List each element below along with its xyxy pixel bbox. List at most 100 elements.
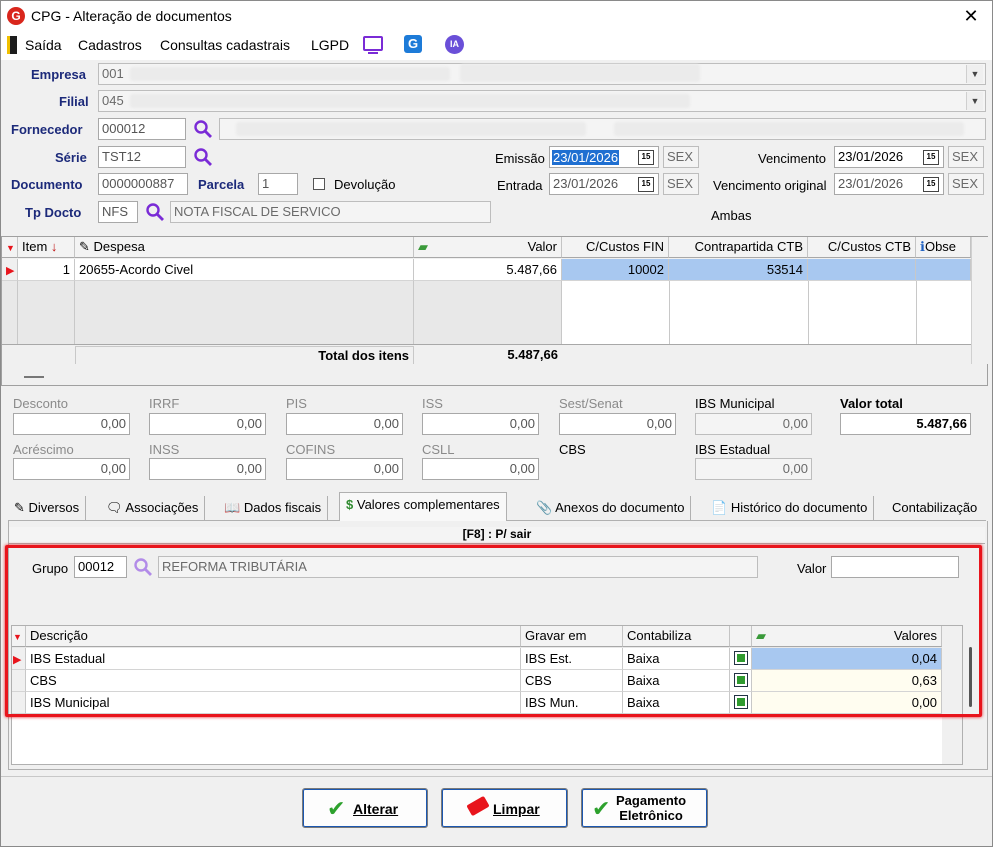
venc-orig-label: Vencimento original [713, 178, 827, 193]
tab-dados-fiscais[interactable]: 📖 Dados fiscais [218, 496, 329, 520]
filial-dropdown-icon[interactable]: ▼ [966, 92, 983, 110]
tpdocto-field[interactable]: NFS [98, 201, 138, 223]
empty-area-2 [75, 281, 414, 344]
items-scrollbar[interactable] [971, 237, 988, 364]
empresa-dropdown-icon[interactable]: ▼ [966, 65, 983, 83]
col-valor[interactable]: ▰ Valor [414, 237, 562, 258]
tab-diversos[interactable]: ✎ Diversos [8, 496, 87, 520]
vencimento-day: SEX [948, 146, 984, 168]
desconto-label: Desconto [13, 396, 68, 411]
iss-field[interactable]: 0,00 [422, 413, 539, 435]
ibs-est-field: 0,00 [695, 458, 812, 480]
cell-contrapartida[interactable]: 53514 [669, 259, 808, 281]
row-indicator: ▶ [2, 259, 18, 281]
cell-item[interactable]: 1 [18, 259, 75, 281]
irrf-field[interactable]: 0,00 [149, 413, 266, 435]
g-logo-icon[interactable]: G [404, 35, 422, 53]
document-icon: 📄 [711, 500, 728, 515]
cofins-field[interactable]: 0,00 [286, 458, 403, 480]
exit-icon [7, 36, 17, 54]
empresa-redacted [130, 67, 450, 81]
highlight-box [5, 545, 982, 717]
acrescimo-label: Acréscimo [13, 442, 74, 457]
empty-area-1 [18, 281, 75, 344]
pis-field[interactable]: 0,00 [286, 413, 403, 435]
fornecedor-redacted [236, 122, 586, 136]
cell-despesa[interactable]: 20655-Acordo Civel [75, 259, 414, 281]
fornecedor-search-icon[interactable] [193, 119, 213, 139]
serie-search-icon[interactable] [193, 147, 213, 167]
col-item[interactable]: Item ↓ [18, 237, 75, 258]
desconto-field[interactable]: 0,00 [13, 413, 130, 435]
vencimento-calendar-icon[interactable]: 15 [923, 150, 939, 165]
entrada-label: Entrada [497, 178, 543, 193]
ibs-est-label: IBS Estadual [695, 442, 771, 457]
menu-saida[interactable]: Saída [25, 37, 62, 53]
close-icon[interactable]: ✕ [958, 3, 984, 29]
tab-historico[interactable]: 📄 Histórico do documento [705, 496, 875, 520]
documento-field[interactable]: 0000000887 [98, 173, 188, 195]
fornecedor-field[interactable]: 000012 [98, 118, 186, 140]
app-logo-icon: G [7, 7, 25, 25]
emissao-calendar-icon[interactable]: 15 [638, 150, 654, 165]
col-contrapartida[interactable]: Contrapartida CTB [669, 237, 808, 258]
csll-label: CSLL [422, 442, 455, 457]
cell-valor[interactable]: 5.487,66 [414, 259, 562, 281]
cell-ccctb[interactable] [808, 259, 916, 281]
pagamento-button[interactable]: ✔ Pagamento Eletrônico [581, 788, 708, 828]
edit-icon: ✎ [79, 239, 90, 254]
irrf-label: IRRF [149, 396, 180, 411]
sort-icon: ↓ [50, 239, 58, 254]
inss-field[interactable]: 0,00 [149, 458, 266, 480]
sest-field[interactable]: 0,00 [559, 413, 676, 435]
splitter-handle[interactable] [24, 376, 44, 378]
col-ccfin[interactable]: C/Custos FIN [562, 237, 669, 258]
menu-consultas[interactable]: Consultas cadastrais [160, 37, 290, 53]
ambas-label: Ambas [711, 208, 752, 223]
check-icon: ✔ [327, 796, 346, 821]
devolucao-checkbox[interactable] [313, 178, 325, 190]
pencil-icon: ✎ [14, 500, 25, 515]
menu-bar [1, 32, 992, 60]
menu-cadastros[interactable]: Cadastros [78, 37, 142, 53]
empresa-redacted-2 [460, 64, 700, 82]
total-label: Total dos itens [75, 346, 414, 364]
tab-valores-complementares[interactable]: $ Valores complementares [339, 492, 507, 521]
tab-anexos[interactable]: 📎 Anexos do documento [530, 496, 692, 520]
money-icon: ▰ [418, 239, 428, 254]
tab-contabilizacao[interactable]: Contabilização [886, 496, 983, 520]
filial-redacted [130, 94, 690, 108]
cell-ccfin[interactable]: 10002 [562, 259, 669, 281]
col-ccctb[interactable]: C/Custos CTB [808, 237, 916, 258]
tpdocto-search-icon[interactable] [145, 202, 165, 222]
empty-area-3 [414, 281, 562, 344]
limpar-button[interactable]: Limpar [441, 788, 568, 828]
grid-line-3 [916, 281, 917, 344]
valor-total-field[interactable]: 5.487,66 [840, 413, 971, 435]
alterar-button[interactable]: ✔ Alterar [302, 788, 428, 828]
monitor-icon[interactable] [363, 36, 383, 51]
monitor-stand [368, 52, 378, 54]
menu-lgpd[interactable]: LGPD [311, 37, 349, 53]
parcela-field[interactable]: 1 [258, 173, 298, 195]
entrada-calendar-icon[interactable]: 15 [638, 177, 654, 192]
fornecedor-redacted-2 [614, 122, 964, 136]
vencimento-label: Vencimento [758, 151, 826, 166]
col-despesa[interactable]: ✎ Despesa [75, 237, 414, 258]
tab-associacoes[interactable]: 🗨 Associações [100, 496, 206, 520]
ia-icon[interactable]: IA [445, 35, 464, 54]
tpdocto-desc-field: NOTA FISCAL DE SERVICO [170, 201, 491, 223]
panel-caption: [F8] : P/ sair [9, 527, 985, 544]
empty-indicator-area [2, 281, 18, 344]
col-obs[interactable]: ℹObse [916, 237, 971, 258]
window-title: CPG - Alteração de documentos [31, 8, 232, 24]
book-icon: 📖 [224, 500, 241, 515]
csll-field[interactable]: 0,00 [422, 458, 539, 480]
cell-obs[interactable] [916, 259, 971, 281]
venc-orig-calendar-icon[interactable]: 15 [923, 177, 939, 192]
grid-line-2 [808, 281, 809, 344]
acrescimo-field[interactable]: 0,00 [13, 458, 130, 480]
serie-field[interactable]: TST12 [98, 146, 186, 168]
empty-area-4 [562, 281, 971, 344]
sest-label: Sest/Senat [559, 396, 623, 411]
